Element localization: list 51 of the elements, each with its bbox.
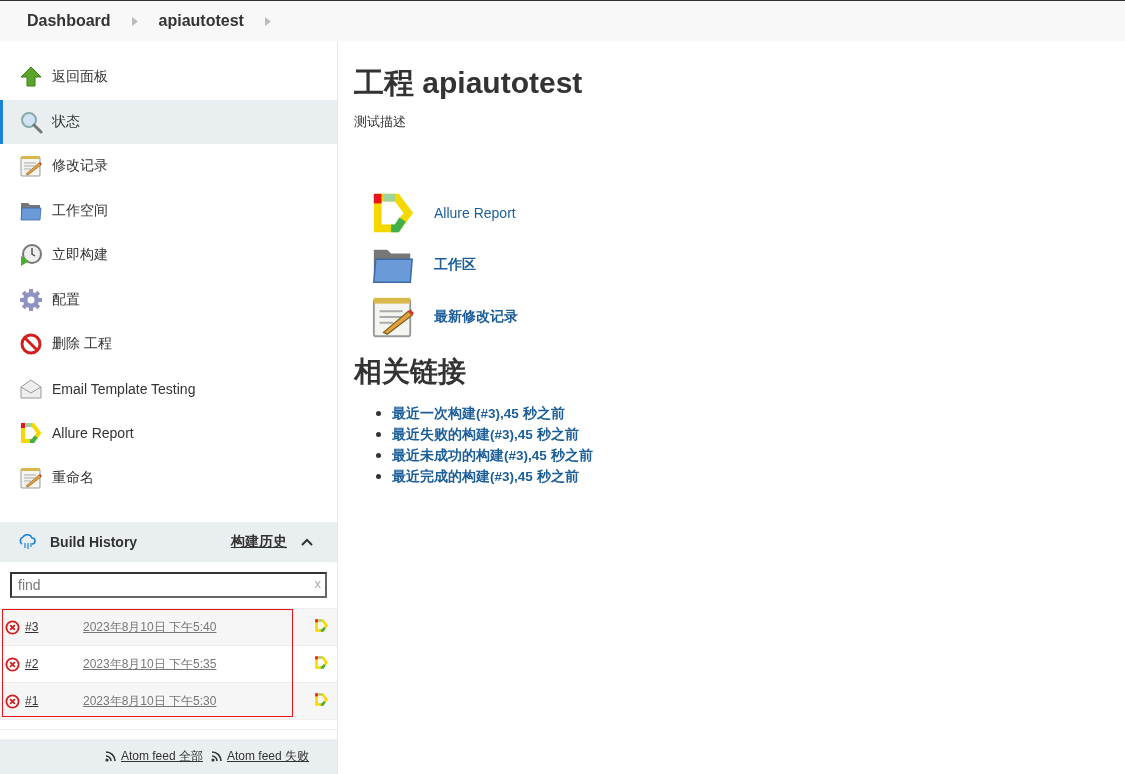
section-heading: 相关链接 bbox=[354, 355, 467, 389]
project-description: 测试描述 bbox=[354, 113, 407, 131]
collapse-caret-icon[interactable] bbox=[301, 538, 313, 547]
sidebar-item[interactable]: 配置 bbox=[0, 277, 337, 322]
breadcrumb-link[interactable]: apiautotest bbox=[158, 12, 244, 30]
clock-play-icon bbox=[19, 243, 43, 268]
build-time-link[interactable]: 2023年8月10日 下午5:30 bbox=[83, 692, 314, 710]
bullet-icon bbox=[376, 411, 381, 416]
notepad-pencil-icon bbox=[19, 154, 43, 179]
trend-link[interactable]: 构建历史 bbox=[231, 533, 287, 552]
bullet-icon bbox=[376, 474, 381, 479]
sidebar-item[interactable]: 返回面板 bbox=[0, 55, 337, 100]
breadcrumb-link[interactable]: Dashboard bbox=[27, 12, 111, 30]
action-link[interactable]: 工作区 bbox=[434, 256, 476, 274]
bullet-icon bbox=[376, 432, 381, 437]
feed-link[interactable]: Atom feed 全部 bbox=[104, 748, 203, 766]
notepad-pencil-icon bbox=[19, 465, 43, 490]
bullet-icon bbox=[376, 453, 381, 458]
action-link[interactable]: Allure Report bbox=[434, 205, 516, 221]
allure-logo-icon[interactable] bbox=[314, 618, 329, 634]
gear-icon bbox=[19, 287, 43, 312]
allure-logo-icon[interactable] bbox=[314, 655, 329, 671]
action-link[interactable]: 最新修改记录 bbox=[434, 308, 518, 326]
panel-title: Build History bbox=[50, 534, 139, 551]
cloud-rain-icon bbox=[18, 534, 36, 551]
sidebar-item[interactable]: 删除 工程 bbox=[0, 322, 337, 367]
sidebar-item[interactable]: Email Template Testing bbox=[0, 366, 337, 411]
build-link[interactable]: 最近一次构建(#3),45 秒之前 bbox=[392, 404, 565, 423]
sidebar-item[interactable]: 重命名 bbox=[0, 455, 337, 500]
search-icon bbox=[19, 109, 43, 134]
build-link[interactable]: 最近完成的构建(#3),45 秒之前 bbox=[392, 467, 579, 486]
rss-icon bbox=[210, 751, 222, 763]
sidebar-item[interactable]: 立即构建 bbox=[0, 233, 337, 278]
no-entry-icon bbox=[19, 332, 43, 357]
build-number-link[interactable]: #2 bbox=[25, 657, 83, 672]
build-link[interactable]: 最近失败的构建(#3),45 秒之前 bbox=[392, 425, 579, 444]
allure-logo-icon[interactable] bbox=[314, 692, 329, 708]
allure-logo-icon bbox=[19, 421, 43, 446]
sidebar-item[interactable]: 修改记录 bbox=[0, 144, 337, 189]
sidebar-item[interactable]: 状态 bbox=[0, 99, 337, 144]
rss-icon bbox=[104, 751, 116, 763]
sidebar-item[interactable]: Allure Report bbox=[0, 411, 337, 456]
page-title: 工程 apiautotest bbox=[354, 65, 584, 101]
build-number-link[interactable]: #3 bbox=[25, 620, 83, 635]
up-arrow-icon bbox=[19, 65, 43, 90]
feed-link[interactable]: Atom feed 失败 bbox=[210, 748, 309, 766]
build-time-link[interactable]: 2023年8月10日 下午5:40 bbox=[83, 618, 314, 636]
build-time-link[interactable]: 2023年8月10日 下午5:35 bbox=[83, 655, 314, 673]
build-link[interactable]: 最近未成功的构建(#3),45 秒之前 bbox=[392, 446, 593, 465]
build-number-link[interactable]: #1 bbox=[25, 694, 83, 709]
sidebar-item[interactable]: 工作空间 bbox=[0, 188, 337, 233]
